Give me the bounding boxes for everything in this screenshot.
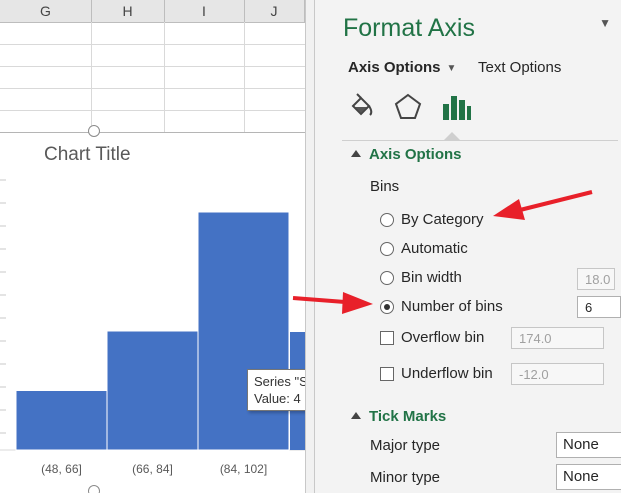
bins-label: Bins — [370, 178, 400, 195]
tab-axis-options-label: Axis Options — [348, 59, 441, 76]
bin-width-field[interactable]: 18.0 — [577, 268, 615, 290]
column-header-row: G H I J — [0, 0, 305, 23]
overflow-bin-checkbox[interactable] — [380, 331, 394, 345]
bar-chart-icon[interactable] — [441, 92, 471, 122]
column-header-g[interactable]: G — [0, 0, 92, 22]
grid-line — [0, 66, 305, 67]
collapse-arrow-icon — [351, 149, 361, 157]
column-header-i[interactable]: I — [164, 0, 245, 22]
tab-axis-options[interactable]: Axis Options ▼ — [348, 59, 456, 76]
minor-type-label: Minor type — [370, 469, 441, 486]
tab-text-options[interactable]: Text Options — [478, 59, 561, 76]
underflow-bin-field[interactable]: -12.0 — [511, 363, 604, 385]
pane-title: Format Axis — [343, 14, 475, 42]
pane-tabs: Axis Options ▼ Text Options — [348, 59, 561, 76]
number-of-bins-field[interactable]: 6 — [577, 296, 621, 318]
by-category-label[interactable]: By Category — [401, 211, 484, 228]
overflow-bin-field[interactable]: 174.0 — [511, 327, 604, 349]
column-header-j[interactable]: J — [244, 0, 305, 22]
radio-bin-width[interactable] — [380, 271, 394, 285]
worksheet-area[interactable]: G H I J Chart Title (48, 66] (66, 84] (84,… — [0, 0, 305, 493]
automatic-label[interactable]: Automatic — [401, 240, 468, 257]
icon-row-separator — [342, 140, 618, 141]
grid-line — [91, 22, 92, 132]
selected-icon-indicator — [444, 132, 460, 140]
column-header-h[interactable]: H — [91, 0, 165, 22]
pane-divider[interactable] — [305, 0, 315, 493]
radio-number-of-bins[interactable] — [380, 300, 394, 314]
histogram-bar[interactable] — [15, 390, 108, 451]
grid-line — [0, 44, 305, 45]
chevron-down-icon[interactable]: ▼ — [447, 63, 457, 74]
overflow-bin-label[interactable]: Overflow bin — [401, 329, 484, 346]
underflow-bin-checkbox[interactable] — [380, 367, 394, 381]
section-tick-marks[interactable]: Tick Marks — [351, 408, 446, 425]
histogram-bar[interactable] — [106, 330, 199, 451]
underflow-bin-label[interactable]: Underflow bin — [401, 365, 493, 382]
grid-line — [0, 88, 305, 89]
section-tick-marks-label: Tick Marks — [369, 408, 447, 425]
grid-line — [164, 22, 165, 132]
radio-by-category[interactable] — [380, 213, 394, 227]
grid-line — [244, 22, 245, 132]
grid-line — [0, 110, 305, 111]
number-of-bins-label[interactable]: Number of bins — [401, 298, 503, 315]
radio-automatic[interactable] — [380, 242, 394, 256]
x-axis-tick-label: (84, 102] — [220, 462, 267, 476]
histogram-chart[interactable]: (48, 66] (66, 84] (84, 102] — [0, 132, 305, 493]
major-type-label: Major type — [370, 437, 441, 454]
histogram-bar[interactable] — [197, 211, 290, 451]
pane-options-dropdown-icon[interactable]: ▼ — [599, 16, 611, 30]
bin-width-label[interactable]: Bin width — [401, 269, 462, 286]
collapse-arrow-icon — [351, 411, 361, 419]
pentagon-effects-icon[interactable] — [393, 92, 423, 122]
section-axis-options-label: Axis Options — [369, 146, 462, 163]
format-axis-pane: Format Axis ▼ Axis Options ▼ Text Options — [315, 0, 621, 493]
major-type-select[interactable]: None — [556, 432, 621, 458]
x-axis-tick-label: (66, 84] — [132, 462, 173, 476]
x-axis-tick-label: (48, 66] — [41, 462, 82, 476]
section-axis-options[interactable]: Axis Options — [351, 146, 462, 163]
fill-bucket-icon[interactable] — [347, 92, 377, 122]
minor-type-select[interactable]: None — [556, 464, 621, 490]
